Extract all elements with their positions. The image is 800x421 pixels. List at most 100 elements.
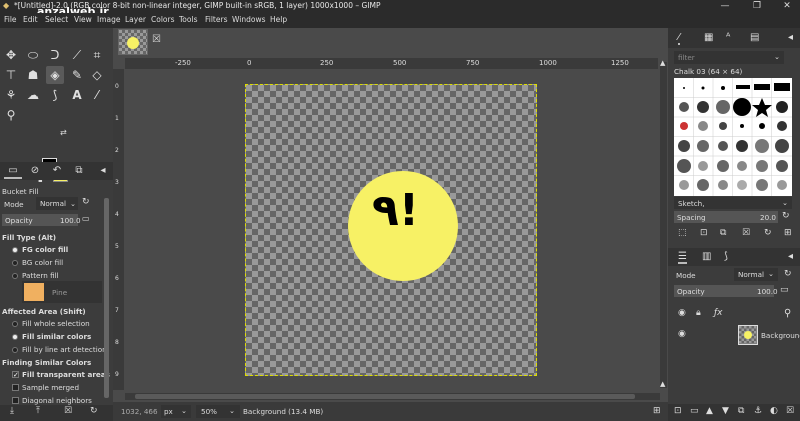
- bucket-fill-icon[interactable]: ◈: [46, 66, 64, 84]
- vertical-scrollbar[interactable]: ▲ ▲: [660, 59, 667, 388]
- new-layer-icon[interactable]: ⊡: [674, 406, 682, 416]
- fuzzy-select-icon[interactable]: ⟋: [68, 46, 86, 64]
- radio-bg-fill[interactable]: [12, 260, 18, 266]
- layers-tab-icon[interactable]: ☰: [678, 251, 687, 264]
- menu-image[interactable]: Image: [97, 15, 121, 24]
- duplicate-layer-icon[interactable]: ⧉: [738, 406, 744, 416]
- patterns-tab-icon[interactable]: ▦: [704, 32, 713, 43]
- delete-brush-icon[interactable]: ☒: [742, 228, 750, 238]
- layer-mode-reset-icon[interactable]: ↻: [784, 269, 792, 279]
- rect-select-icon[interactable]: ⬭: [24, 46, 42, 64]
- menu-help[interactable]: Help: [270, 15, 287, 24]
- brush-grid[interactable]: [674, 78, 792, 196]
- eraser-icon[interactable]: ◇: [88, 66, 106, 84]
- navigate-icon[interactable]: ⊞: [653, 406, 661, 416]
- new-brush-icon[interactable]: ⊡: [700, 228, 708, 238]
- pattern-selector[interactable]: Pine: [22, 281, 102, 303]
- fonts-tab-icon[interactable]: ᴬ: [726, 32, 730, 43]
- menu-view[interactable]: View: [74, 15, 92, 24]
- menu-edit[interactable]: Edit: [23, 15, 38, 24]
- radio-line-art[interactable]: [12, 347, 18, 353]
- search-icon[interactable]: ⚲: [784, 308, 791, 319]
- minimize-button[interactable]: —: [710, 0, 740, 13]
- opacity-reset-icon[interactable]: ▭: [82, 214, 90, 223]
- transparent-areas-checkbox[interactable]: ✓: [12, 371, 19, 379]
- tool-options-scrollbar[interactable]: [104, 198, 109, 398]
- spacing-reset-icon[interactable]: ↻: [782, 211, 790, 221]
- paths-tab-icon[interactable]: ⟆: [724, 251, 728, 262]
- fx-icon[interactable]: ƒx: [714, 308, 723, 318]
- unit-dropdown[interactable]: px ⌄: [161, 405, 191, 418]
- eye-icon[interactable]: ◉: [678, 308, 686, 318]
- warp-icon[interactable]: ☗: [24, 66, 42, 84]
- delete-options-icon[interactable]: ☒: [64, 406, 72, 416]
- horizontal-scrollbar[interactable]: [125, 393, 660, 400]
- duplicate-brush-icon[interactable]: ⧉: [720, 228, 726, 238]
- sample-merged-checkbox[interactable]: [12, 384, 19, 391]
- layer-mask-icon[interactable]: ◐: [770, 406, 778, 416]
- tool-options-tab-icon[interactable]: ▭: [4, 165, 22, 179]
- smudge-icon[interactable]: ☁: [24, 86, 42, 104]
- layer-opacity-reset-icon[interactable]: ▭: [780, 285, 789, 295]
- menu-tools[interactable]: Tools: [179, 15, 197, 24]
- swap-colors-icon[interactable]: ⇄: [60, 128, 67, 137]
- new-group-icon[interactable]: ▭: [690, 406, 699, 416]
- restore-options-icon[interactable]: ⤒: [36, 406, 40, 416]
- reset-mode-icon[interactable]: ↻: [82, 197, 90, 207]
- color-picker-icon[interactable]: ⁄: [88, 86, 106, 104]
- delete-layer-icon[interactable]: ☒: [786, 406, 794, 416]
- panel-menu-icon[interactable]: ◂: [788, 251, 793, 262]
- radio-fg-fill[interactable]: [12, 247, 18, 253]
- brush-edit-icon[interactable]: ⬚: [678, 228, 687, 238]
- paths-icon[interactable]: ⟆: [46, 86, 64, 104]
- reset-options-icon[interactable]: ↻: [90, 406, 98, 416]
- diagonal-neighbors-checkbox[interactable]: [12, 397, 19, 404]
- menu-file[interactable]: File: [4, 15, 17, 24]
- menu-windows[interactable]: Windows: [232, 15, 265, 24]
- scroll-up-icon[interactable]: ▲: [660, 59, 665, 67]
- refresh-brushes-icon[interactable]: ↻: [764, 228, 772, 238]
- menu-filters[interactable]: Filters: [205, 15, 227, 24]
- anchor-layer-icon[interactable]: ⚓︎: [754, 406, 762, 416]
- channels-tab-icon[interactable]: ▥: [702, 251, 711, 262]
- radio-whole-selection[interactable]: [12, 321, 18, 327]
- mode-dropdown[interactable]: Normal ⌄: [36, 197, 78, 210]
- brush-filter-input[interactable]: filter ⌄: [674, 51, 784, 64]
- image-tab-thumbnail[interactable]: [118, 29, 148, 55]
- maximize-button[interactable]: ❐: [742, 0, 772, 13]
- images-tab-icon[interactable]: ⧉: [70, 165, 88, 179]
- zoom-icon[interactable]: ⚲: [2, 106, 20, 124]
- undo-history-tab-icon[interactable]: ↶: [48, 165, 66, 179]
- lock-icon[interactable]: 🔒︎: [696, 308, 701, 318]
- raise-layer-icon[interactable]: ▲: [706, 406, 713, 416]
- brushes-tab-icon[interactable]: ⁄: [678, 32, 680, 45]
- gradients-tab-icon[interactable]: ▤: [750, 32, 759, 43]
- zoom-dropdown[interactable]: 50% ⌄: [196, 405, 240, 418]
- text-tool-icon[interactable]: A: [68, 86, 86, 104]
- save-options-icon[interactable]: ⤓: [10, 406, 14, 416]
- radio-similar-colors[interactable]: [12, 334, 18, 340]
- device-status-tab-icon[interactable]: ⊘: [26, 165, 44, 179]
- menu-colors[interactable]: Colors: [151, 15, 175, 24]
- lasso-icon[interactable]: ᑐ: [46, 46, 64, 64]
- close-image-tab-icon[interactable]: ☒: [152, 34, 161, 45]
- clone-icon[interactable]: ⚘: [2, 86, 20, 104]
- layer-row[interactable]: ◉ Background: [668, 324, 800, 346]
- open-as-image-icon[interactable]: ⊞: [784, 228, 792, 238]
- layer-mode-dropdown[interactable]: Normal ⌄: [734, 268, 778, 281]
- spacing-slider[interactable]: Spacing 20.0: [674, 211, 778, 223]
- panel-menu-icon[interactable]: ◂: [788, 32, 793, 43]
- crop-icon[interactable]: ⌗: [88, 46, 106, 64]
- layer-opacity-slider[interactable]: Opacity 100.0: [674, 285, 778, 297]
- layer-visibility-icon[interactable]: ◉: [678, 329, 686, 339]
- move-tool-icon[interactable]: ✥: [2, 46, 20, 64]
- close-window-button[interactable]: ✕: [772, 0, 800, 13]
- radio-pattern-fill[interactable]: [12, 273, 18, 279]
- opacity-slider[interactable]: Opacity 100.0: [2, 214, 81, 226]
- lower-layer-icon[interactable]: ▼: [722, 406, 729, 416]
- scroll-down-icon[interactable]: ▲: [660, 380, 665, 388]
- panel-menu-icon[interactable]: ◂: [94, 165, 112, 179]
- brush-tag-input[interactable]: Sketch, ⌄: [674, 197, 792, 209]
- menu-layer[interactable]: Layer: [125, 15, 146, 24]
- transform-icon[interactable]: ⊤: [2, 66, 20, 84]
